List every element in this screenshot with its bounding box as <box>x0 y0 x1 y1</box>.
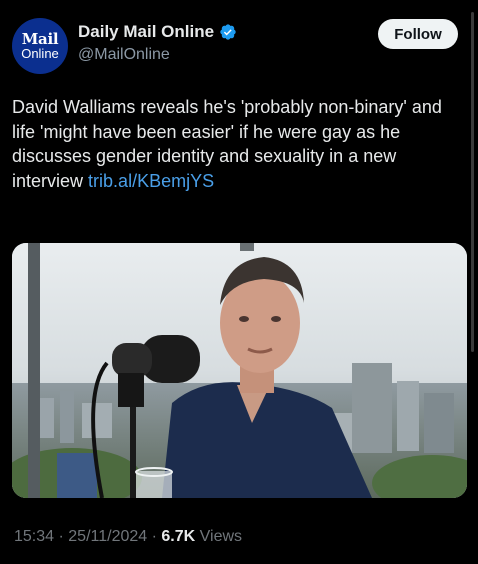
account-handle[interactable]: @MailOnline <box>78 46 237 64</box>
avatar-logo-line2: Online <box>21 45 59 61</box>
name-row: Daily Mail Online <box>78 21 237 43</box>
avatar[interactable]: Mail Online <box>12 18 68 74</box>
verified-badge-icon <box>219 23 237 41</box>
tweet-date[interactable]: 25/11/2024 <box>68 528 147 545</box>
scrollbar[interactable] <box>471 12 474 352</box>
tweet-body: David Walliams reveals he's 'probably no… <box>12 95 468 193</box>
tweet-header: Mail Online Daily Mail Online @MailOnlin… <box>0 0 478 80</box>
views-label: Views <box>199 528 243 545</box>
tweet-link[interactable]: trib.al/KBemjYS <box>88 171 214 191</box>
tweet-time[interactable]: 15:34 <box>14 528 54 545</box>
display-name[interactable]: Daily Mail Online <box>78 22 214 42</box>
views-count: 6.7K <box>161 528 196 545</box>
tweet-media[interactable] <box>12 243 467 498</box>
account-info: Daily Mail Online @MailOnline <box>78 21 237 64</box>
tweet-meta: 15:34 · 25/11/2024 · 6.7K Views <box>14 528 242 546</box>
follow-button[interactable]: Follow <box>378 19 458 49</box>
meta-separator: · <box>58 528 64 545</box>
tweet-text: David Walliams reveals he's 'probably no… <box>12 97 442 191</box>
avatar-logo-line1: Mail <box>21 29 59 48</box>
meta-separator-2: · <box>151 528 157 545</box>
video-thumbnail-image <box>12 243 467 498</box>
